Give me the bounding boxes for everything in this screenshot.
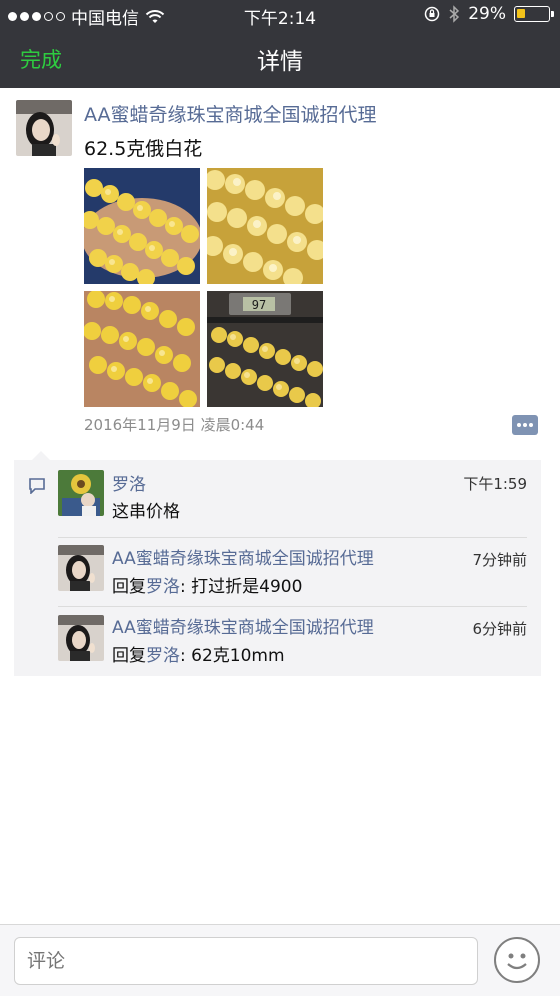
- emoji-icon: [507, 953, 527, 970]
- rotation-lock-icon: [424, 6, 440, 22]
- battery-icon: [514, 6, 554, 22]
- comment-3-author[interactable]: AA蜜蜡奇缘珠宝商城全国诚招代理: [112, 613, 374, 638]
- status-bar: 中国电信 下午2:14 29%: [0, 0, 560, 30]
- post-timestamp: 2016年11月9日 凌晨0:44: [84, 416, 265, 434]
- comment-1-author[interactable]: 罗洛: [112, 470, 146, 495]
- reply-prefix: 回复: [112, 646, 146, 666]
- comment-1-time: 下午1:59: [463, 475, 527, 493]
- amber-photo-1[interactable]: [84, 168, 200, 284]
- top-bar: 中国电信 下午2:14 29% 完成 详情: [0, 0, 560, 88]
- reply-body: : 打过折是4900: [180, 577, 303, 597]
- comment-2-text: 回复罗洛: 打过折是4900: [112, 572, 302, 597]
- post-author-name[interactable]: AA蜜蜡奇缘珠宝商城全国诚招代理: [84, 100, 377, 127]
- amber-photo-3[interactable]: [84, 291, 200, 407]
- comment-2-author[interactable]: AA蜜蜡奇缘珠宝商城全国诚招代理: [112, 544, 374, 569]
- page-title: 详情: [257, 49, 303, 75]
- post-text: 62.5克俄白花: [84, 138, 203, 160]
- reply-body: : 62克10mm: [180, 646, 285, 666]
- amber-photo-4[interactable]: 97: [207, 291, 323, 407]
- comment-icon: [29, 478, 45, 494]
- comment-2-time: 7分钟前: [472, 551, 527, 569]
- reply-prefix: 回复: [112, 577, 146, 597]
- status-right: 29%: [424, 4, 554, 24]
- comment-more-button[interactable]: [512, 415, 538, 435]
- commenter-avatar[interactable]: [58, 545, 104, 591]
- battery-percent: 29%: [468, 4, 506, 24]
- reply-to-name[interactable]: 罗洛: [146, 646, 180, 666]
- amber-photo-2[interactable]: [207, 168, 323, 284]
- author-avatar[interactable]: [16, 100, 72, 156]
- battery-level: [517, 9, 525, 18]
- comment-3-time: 6分钟前: [472, 620, 527, 638]
- emoji-button[interactable]: [494, 937, 540, 983]
- commenter-avatar[interactable]: [58, 615, 104, 661]
- comment-1-text: 这串价格: [112, 502, 180, 522]
- comment-divider: [58, 606, 527, 607]
- comment-input-bar: [0, 924, 560, 996]
- nav-bar: 完成 详情: [0, 30, 560, 88]
- reply-to-name[interactable]: 罗洛: [146, 577, 180, 597]
- comment-divider: [58, 537, 527, 538]
- comment-input[interactable]: [14, 937, 478, 985]
- scale-reading: 97: [252, 298, 266, 312]
- bluetooth-icon: [449, 5, 460, 23]
- commenter-avatar[interactable]: [58, 470, 104, 516]
- comments-panel: 罗洛 这串价格 下午1:59 AA蜜蜡奇缘珠宝商城全国诚招代理 回复罗洛: 打过…: [14, 451, 541, 676]
- comment-3-text: 回复罗洛: 62克10mm: [112, 641, 285, 666]
